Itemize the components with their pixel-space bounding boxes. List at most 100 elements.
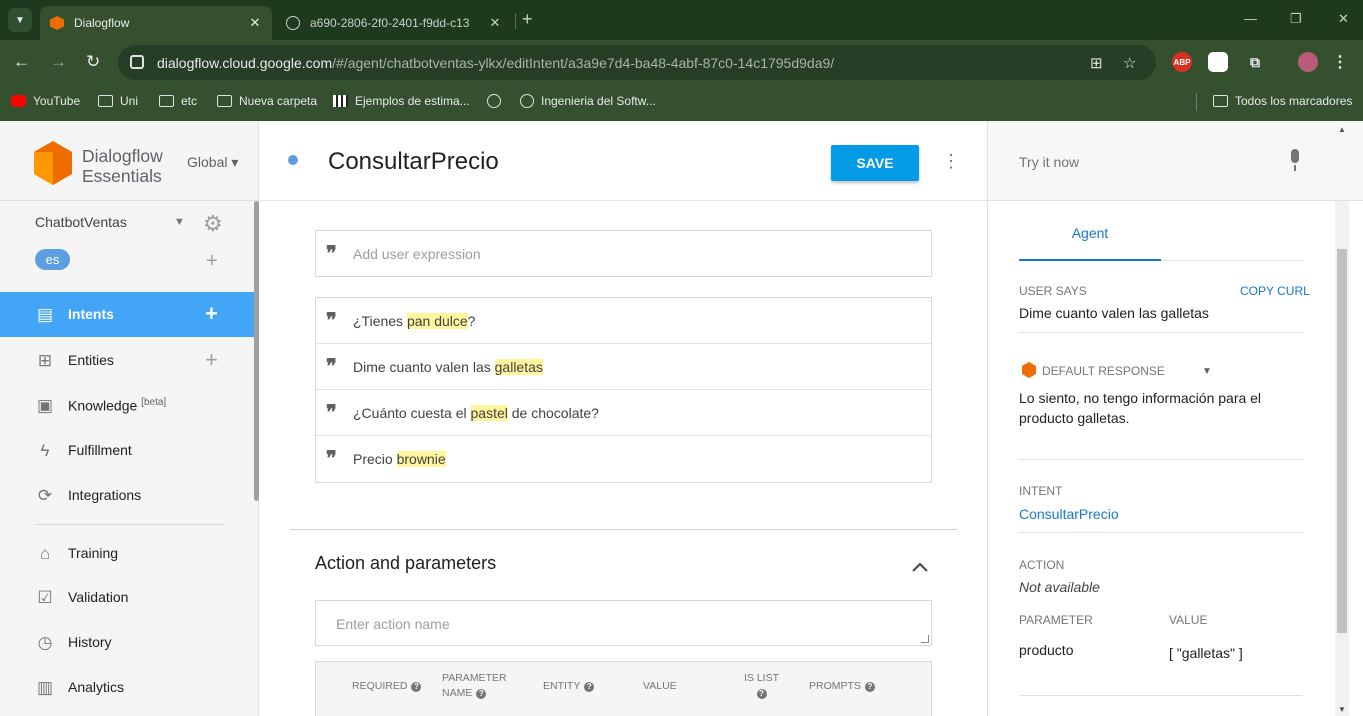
bookmark-uni[interactable]: Uni xyxy=(98,94,138,108)
action-name-input[interactable]: Enter action name xyxy=(315,600,932,646)
add-language-icon[interactable]: + xyxy=(206,250,218,273)
agent-dropdown-icon[interactable]: ▼ xyxy=(174,216,185,228)
address-bar[interactable]: dialogflow.cloud.google.com/#/agent/chat… xyxy=(118,45,1156,80)
add-expression-field[interactable]: ❞ Add user expression xyxy=(315,230,932,277)
microphone-icon[interactable] xyxy=(1288,149,1302,173)
language-chip[interactable]: es xyxy=(35,249,70,270)
try-it-now-input[interactable]: Try it now xyxy=(1019,154,1079,170)
copy-curl-link[interactable]: COPY CURL xyxy=(1240,284,1310,298)
value-label: VALUE xyxy=(1169,613,1208,627)
gear-icon[interactable]: ⚙ xyxy=(203,211,223,237)
tab-dialogflow[interactable]: Dialogflow ✕ xyxy=(40,6,272,40)
youtube-icon xyxy=(11,95,26,107)
test-console: Try it now Agent USER SAYS COPY CURL Dim… xyxy=(987,121,1363,716)
extensions-puzzle-icon[interactable]: ⧉ xyxy=(1245,52,1265,72)
sidebar-item-entities[interactable]: ⊞ Entities + xyxy=(0,338,254,383)
help-icon: ? xyxy=(864,682,875,692)
back-arrow-icon[interactable]: ← xyxy=(13,52,30,72)
browser-menu-icon[interactable]: ⋮ xyxy=(1330,52,1350,72)
minimize-icon[interactable]: — xyxy=(1244,11,1257,26)
chevron-up-icon[interactable] xyxy=(911,558,929,576)
add-entity-icon[interactable]: + xyxy=(205,347,218,373)
action-value: Not available xyxy=(1019,579,1100,595)
bookmarks-bar: YouTube Uni etc Nueva carpeta Ejemplos d… xyxy=(0,85,1363,121)
divider xyxy=(1019,695,1303,696)
tab-title: Dialogflow xyxy=(74,16,130,30)
bookmark-ingenieria[interactable]: Ingenieria del Softw... xyxy=(520,94,656,108)
list-item[interactable]: ❞ Precio brownie xyxy=(316,436,931,482)
response-dropdown-icon[interactable]: ▼ xyxy=(1202,366,1212,377)
all-bookmarks[interactable]: Todos los marcadores xyxy=(1213,94,1352,108)
training-phrases-list: ❞ ¿Tienes pan dulce? ❞ Dime cuanto valen… xyxy=(315,297,932,483)
tab-agent[interactable]: Agent xyxy=(1019,216,1161,261)
sidebar-item-analytics[interactable]: ▥ Analytics xyxy=(0,665,254,710)
sync-icon: ⟳ xyxy=(37,486,53,505)
sidebar-item-training[interactable]: ⌂ Training xyxy=(0,531,254,576)
region-selector[interactable]: Global ▾ xyxy=(187,154,238,171)
bookmark-nueva-carpeta[interactable]: Nueva carpeta xyxy=(217,94,317,108)
page-title[interactable]: ConsultarPrecio xyxy=(328,148,499,176)
globe-icon xyxy=(520,94,534,108)
tab-second[interactable]: a690-2806-2f0-2401-f9dd-c13 ✕ xyxy=(276,6,512,40)
new-tab-plus-icon[interactable]: + xyxy=(522,9,533,30)
url-text[interactable]: dialogflow.cloud.google.com/#/agent/chat… xyxy=(157,55,834,71)
site-info-icon[interactable] xyxy=(130,55,144,69)
qr-icon xyxy=(333,95,348,107)
quote-icon: ❞ xyxy=(326,354,337,378)
sidebar-item-integrations[interactable]: ⟳ Integrations xyxy=(0,473,254,518)
dialogflow-response-icon xyxy=(1022,362,1036,378)
hierarchy-icon: ⊞ xyxy=(37,351,53,370)
restore-icon[interactable]: ❐ xyxy=(1290,11,1302,27)
extension-icon[interactable] xyxy=(1208,52,1228,72)
divider xyxy=(1019,459,1303,460)
close-tab-icon[interactable]: ✕ xyxy=(488,15,502,31)
profile-avatar[interactable] xyxy=(1298,52,1318,72)
sidebar-scrollbar[interactable] xyxy=(254,201,259,501)
quote-icon: ❞ xyxy=(326,241,337,265)
bookmark-globe[interactable] xyxy=(487,94,508,108)
more-options-icon[interactable]: ⋮ xyxy=(942,151,960,172)
bookmark-youtube[interactable]: YouTube xyxy=(11,94,80,108)
list-item[interactable]: ❞ Dime cuanto valen las galletas xyxy=(316,344,931,390)
sidebar-item-intents[interactable]: ▤ Intents + xyxy=(0,292,254,337)
agent-name[interactable]: ChatbotVentas xyxy=(35,214,127,230)
list-item[interactable]: ❞ ¿Cuánto cuesta el pastel de chocolate? xyxy=(316,390,931,436)
bookmark-etc[interactable]: etc xyxy=(159,94,197,108)
parameter-name: producto xyxy=(1019,642,1074,658)
bookmark-ejemplos[interactable]: Ejemplos de estima... xyxy=(333,94,470,108)
bar-chart-icon: ▥ xyxy=(36,678,54,697)
book-icon: ▣ xyxy=(36,396,54,415)
sidebar-item-fulfillment[interactable]: ϟ Fulfillment xyxy=(0,428,254,473)
adblock-extension-icon[interactable]: ABP xyxy=(1172,52,1192,72)
clock-icon: ◷ xyxy=(37,633,53,652)
bookmark-star-icon[interactable]: ☆ xyxy=(1123,54,1136,72)
entity-annotation: pan dulce xyxy=(406,313,468,329)
sidebar: Dialogflow Essentials Global ▾ ChatbotVe… xyxy=(0,121,259,716)
intent-editor: ❞ Add user expression ❞ ¿Tienes pan dulc… xyxy=(260,201,987,716)
translate-icon[interactable]: ⊞ xyxy=(1090,54,1103,72)
scroll-down-arrow-icon[interactable]: ▼ xyxy=(1338,705,1346,714)
sidebar-item-knowledge[interactable]: ▣ Knowledge [beta] xyxy=(0,383,254,428)
quote-icon: ❞ xyxy=(326,308,337,332)
parameters-table-header: REQUIRED? PARAMETER NAME? ENTITY? VALUE I… xyxy=(315,661,932,716)
save-button[interactable]: SAVE xyxy=(831,145,919,181)
close-window-icon[interactable]: ✕ xyxy=(1338,11,1349,27)
resize-handle-icon[interactable] xyxy=(921,635,929,643)
column-header-entity: ENTITY? xyxy=(543,679,595,694)
sidebar-item-history[interactable]: ◷ History xyxy=(0,620,254,665)
forward-arrow-icon[interactable]: → xyxy=(50,52,67,72)
close-tab-icon[interactable]: ✕ xyxy=(248,15,262,31)
add-intent-icon[interactable]: + xyxy=(205,301,218,327)
reload-icon[interactable]: ↻ xyxy=(86,52,100,72)
list-item[interactable]: ❞ ¿Tienes pan dulce? xyxy=(316,298,931,344)
intent-status-dot xyxy=(288,155,298,165)
intent-link[interactable]: ConsultarPrecio xyxy=(1019,506,1119,522)
sidebar-item-validation[interactable]: ☑ Validation xyxy=(0,575,254,620)
scroll-up-arrow-icon[interactable]: ▲ xyxy=(1338,125,1346,134)
intent-header: ConsultarPrecio SAVE ⋮ xyxy=(260,121,987,201)
tab-search-chevron-icon[interactable]: ▼ xyxy=(8,8,32,32)
right-panel-scrollbar-thumb[interactable] xyxy=(1337,249,1347,633)
divider xyxy=(1019,332,1303,333)
divider xyxy=(35,524,224,525)
intent-label: INTENT xyxy=(1019,484,1063,498)
